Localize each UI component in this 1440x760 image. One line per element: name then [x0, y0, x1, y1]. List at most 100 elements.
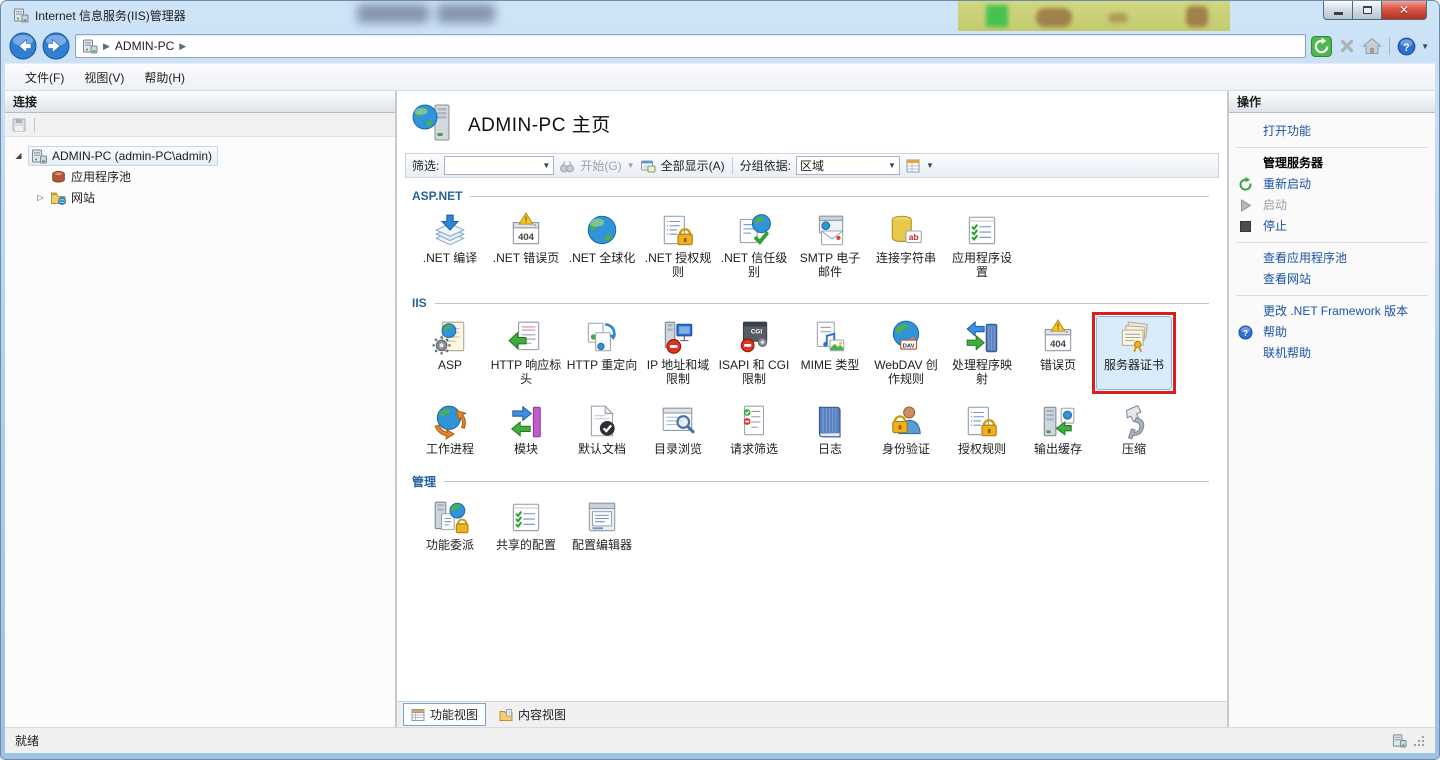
feature-tiles: ASP HTTP 响应标 头HTTP 重定向IP 地址和域 限制CGIISAPI …: [412, 312, 1212, 466]
tab-content-view[interactable]: 内容视图: [491, 703, 574, 726]
page-header: ADMIN-PC 主页: [397, 91, 1227, 150]
group-title: IIS: [412, 296, 427, 310]
menu-help[interactable]: 帮助(H): [134, 65, 195, 90]
chevron-down-icon[interactable]: ▼: [542, 161, 550, 170]
window-controls: ✕: [1323, 1, 1427, 20]
view-layout-icon[interactable]: [905, 158, 921, 174]
feature-tile[interactable]: 压缩: [1096, 400, 1172, 460]
feature-tile[interactable]: SMTP 电子 邮件: [792, 209, 868, 283]
feature-tile[interactable]: .NET 信任级 别: [716, 209, 792, 283]
feature-tile[interactable]: 应用程序设 置: [944, 209, 1020, 283]
trust-levels-icon: [735, 212, 773, 250]
filter-label: 筛选:: [412, 157, 439, 174]
iis-manager-window: Internet 信息服务(IIS)管理器 ✕ ▶ ADMIN-PC: [0, 0, 1440, 760]
feature-label: 共享的配置: [496, 538, 556, 552]
menu-view[interactable]: 视图(V): [74, 65, 134, 90]
feature-tile[interactable]: 模块: [488, 400, 564, 460]
tree-item[interactable]: 应用程序池: [5, 166, 395, 187]
show-all-button[interactable]: 全部显示(A): [661, 157, 725, 174]
help-icon: ?: [1238, 325, 1253, 340]
action-link[interactable]: 查看应用程序池: [1229, 248, 1435, 269]
forward-button[interactable]: [42, 32, 70, 60]
globe-icon: [583, 212, 621, 250]
feature-tile[interactable]: 目录浏览: [640, 400, 716, 460]
menu-bar: 文件(F) 视图(V) 帮助(H): [5, 63, 1435, 91]
breadcrumb[interactable]: ▶ ADMIN-PC ▶: [75, 34, 1306, 58]
feature-tile[interactable]: CGIISAPI 和 CGI 限制: [716, 316, 792, 390]
feature-tile[interactable]: 工作进程: [412, 400, 488, 460]
feature-tile[interactable]: 默认文档: [564, 400, 640, 460]
action-link[interactable]: 打开功能: [1229, 121, 1435, 142]
tree-expander-icon[interactable]: ▷: [35, 193, 46, 202]
rules-lock-icon: [659, 212, 697, 250]
toolbar-separator: [732, 157, 733, 174]
tree-item-label: 网站: [71, 189, 95, 206]
feature-tile[interactable]: 身份验证: [868, 400, 944, 460]
toolbar-separator: [34, 118, 35, 132]
close-button[interactable]: ✕: [1381, 1, 1427, 20]
feature-tile[interactable]: ab连接字符串: [868, 209, 944, 283]
action-link[interactable]: 更改 .NET Framework 版本: [1229, 301, 1435, 322]
action-link[interactable]: 查看网站: [1229, 269, 1435, 290]
minimize-button[interactable]: [1323, 1, 1353, 20]
feature-tile[interactable]: DAVWebDAV 创 作规则: [868, 316, 944, 390]
feature-tile[interactable]: 功能委派: [412, 496, 488, 556]
back-button[interactable]: [9, 32, 37, 60]
feature-tile[interactable]: .NET 全球化: [564, 209, 640, 283]
action-link[interactable]: 停止: [1229, 216, 1435, 237]
action-link[interactable]: ? 帮助: [1229, 322, 1435, 343]
feature-tile[interactable]: .NET 授权规 则: [640, 209, 716, 283]
group-by-select[interactable]: 区域 ▼: [796, 156, 900, 175]
action-link[interactable]: 联机帮助: [1229, 343, 1435, 364]
feature-label: 功能委派: [426, 538, 474, 552]
svg-text:404: 404: [1050, 339, 1067, 350]
tree-item[interactable]: ◢ADMIN-PC (admin-PC\admin): [5, 145, 395, 166]
feature-tile[interactable]: HTTP 重定向: [564, 316, 640, 390]
address-bar-tools: ? ▼: [1311, 36, 1431, 57]
tree-item-body: 网站: [50, 189, 95, 206]
feature-tile[interactable]: 服务器证书: [1096, 316, 1172, 390]
feature-tile[interactable]: 处理程序映 射: [944, 316, 1020, 390]
maximize-button[interactable]: [1353, 1, 1381, 20]
feature-tile[interactable]: .NET 编译: [412, 209, 488, 283]
breadcrumb-item-server[interactable]: ADMIN-PC: [115, 39, 174, 53]
asp-page-gear-icon: [431, 319, 469, 357]
refresh-button[interactable]: [1311, 36, 1332, 57]
chevron-down-icon[interactable]: ▼: [926, 161, 934, 170]
resize-grip[interactable]: [1412, 734, 1425, 747]
feature-tile[interactable]: HTTP 响应标 头: [488, 316, 564, 390]
tree-expander-icon[interactable]: ◢: [13, 151, 24, 160]
feature-tile[interactable]: 请求筛选: [716, 400, 792, 460]
server-icon: [82, 38, 98, 54]
feature-tile[interactable]: 404!.NET 错误页: [488, 209, 564, 283]
help-dropdown-caret-icon[interactable]: ▼: [1421, 42, 1429, 51]
action-label: 帮助: [1263, 325, 1287, 339]
action-label: 查看网站: [1263, 272, 1311, 286]
feature-label: ASP: [438, 358, 462, 372]
feature-tile[interactable]: 共享的配置: [488, 496, 564, 556]
feature-tile[interactable]: MIME 类型: [792, 316, 868, 390]
menu-file[interactable]: 文件(F): [15, 65, 74, 90]
action-label: 打开功能: [1263, 124, 1311, 138]
compression-clamp-icon: [1115, 403, 1153, 441]
chevron-down-icon[interactable]: ▼: [888, 161, 896, 170]
tab-features-view[interactable]: 功能视图: [403, 703, 486, 726]
feature-label: 工作进程: [426, 442, 474, 456]
filter-input[interactable]: ▼: [444, 156, 554, 175]
tree-item[interactable]: ▷ 网站: [5, 187, 395, 208]
feature-tile[interactable]: 授权规则: [944, 400, 1020, 460]
feature-tile[interactable]: IP 地址和域 限制: [640, 316, 716, 390]
feature-tile[interactable]: 404!错误页: [1020, 316, 1096, 390]
redirect-pages-icon: [583, 319, 621, 357]
feature-tile[interactable]: 日志: [792, 400, 868, 460]
help-button[interactable]: ?: [1397, 37, 1416, 56]
action-link[interactable]: 重新启动: [1229, 174, 1435, 195]
feature-tile[interactable]: 输出缓存: [1020, 400, 1096, 460]
tree-sites-icon: [50, 190, 67, 206]
feature-tile[interactable]: ASP: [412, 316, 488, 390]
feature-label: 配置编辑器: [572, 538, 632, 552]
feature-tile[interactable]: 配置编辑器: [564, 496, 640, 556]
smtp-mail-icon: [811, 212, 849, 250]
address-bar: ▶ ADMIN-PC ▶ ? ▼: [5, 29, 1435, 63]
ip-restrictions-deny-icon: [659, 319, 697, 357]
